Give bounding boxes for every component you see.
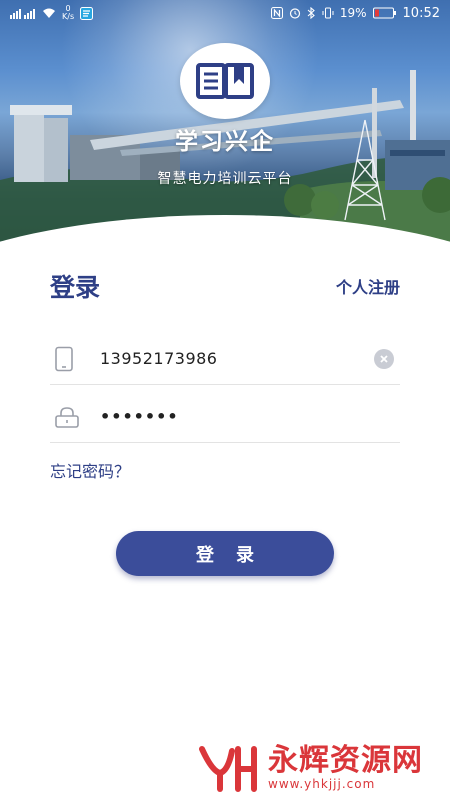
battery-icon <box>372 7 397 19</box>
bluetooth-icon <box>307 7 316 19</box>
watermark-logo-icon <box>199 746 257 792</box>
watermark-url: www.yhkjjj.com <box>268 777 376 791</box>
alarm-icon <box>289 7 301 19</box>
clear-input-button[interactable] <box>374 348 394 369</box>
signal-icon <box>10 7 36 19</box>
lock-icon <box>54 406 84 428</box>
wifi-icon <box>42 7 56 19</box>
app-title: 学习兴企 <box>175 129 275 155</box>
network-speed: 0 K/s <box>62 4 75 21</box>
clock: 10:52 <box>402 5 440 21</box>
phone-field[interactable]: 13952173986 <box>50 333 400 385</box>
book-icon <box>196 63 254 99</box>
nfc-icon <box>270 7 283 19</box>
phone-icon <box>54 346 84 372</box>
register-link[interactable]: 个人注册 <box>336 274 400 298</box>
password-field[interactable]: ••••••• <box>50 391 400 443</box>
phone-input[interactable]: 13952173986 <box>100 349 374 368</box>
close-icon <box>380 354 388 363</box>
battery-percent: 19% <box>339 6 367 20</box>
watermark-name: 永辉资源网 <box>268 743 423 778</box>
login-button[interactable]: 登录 <box>116 531 334 576</box>
app-notification-icon <box>80 6 94 20</box>
watermark: 永辉资源网 www.yhkjjj.com <box>198 738 438 798</box>
vibrate-icon <box>322 7 334 19</box>
password-input[interactable]: ••••••• <box>100 407 400 426</box>
app-subtitle: 智慧电力培训云平台 <box>157 171 293 187</box>
status-bar: 0 K/s 19% 10:52 <box>0 0 450 26</box>
app-logo <box>180 43 270 119</box>
login-heading: 登录 <box>50 273 101 302</box>
forgot-password-link[interactable]: 忘记密码？ <box>50 458 130 482</box>
